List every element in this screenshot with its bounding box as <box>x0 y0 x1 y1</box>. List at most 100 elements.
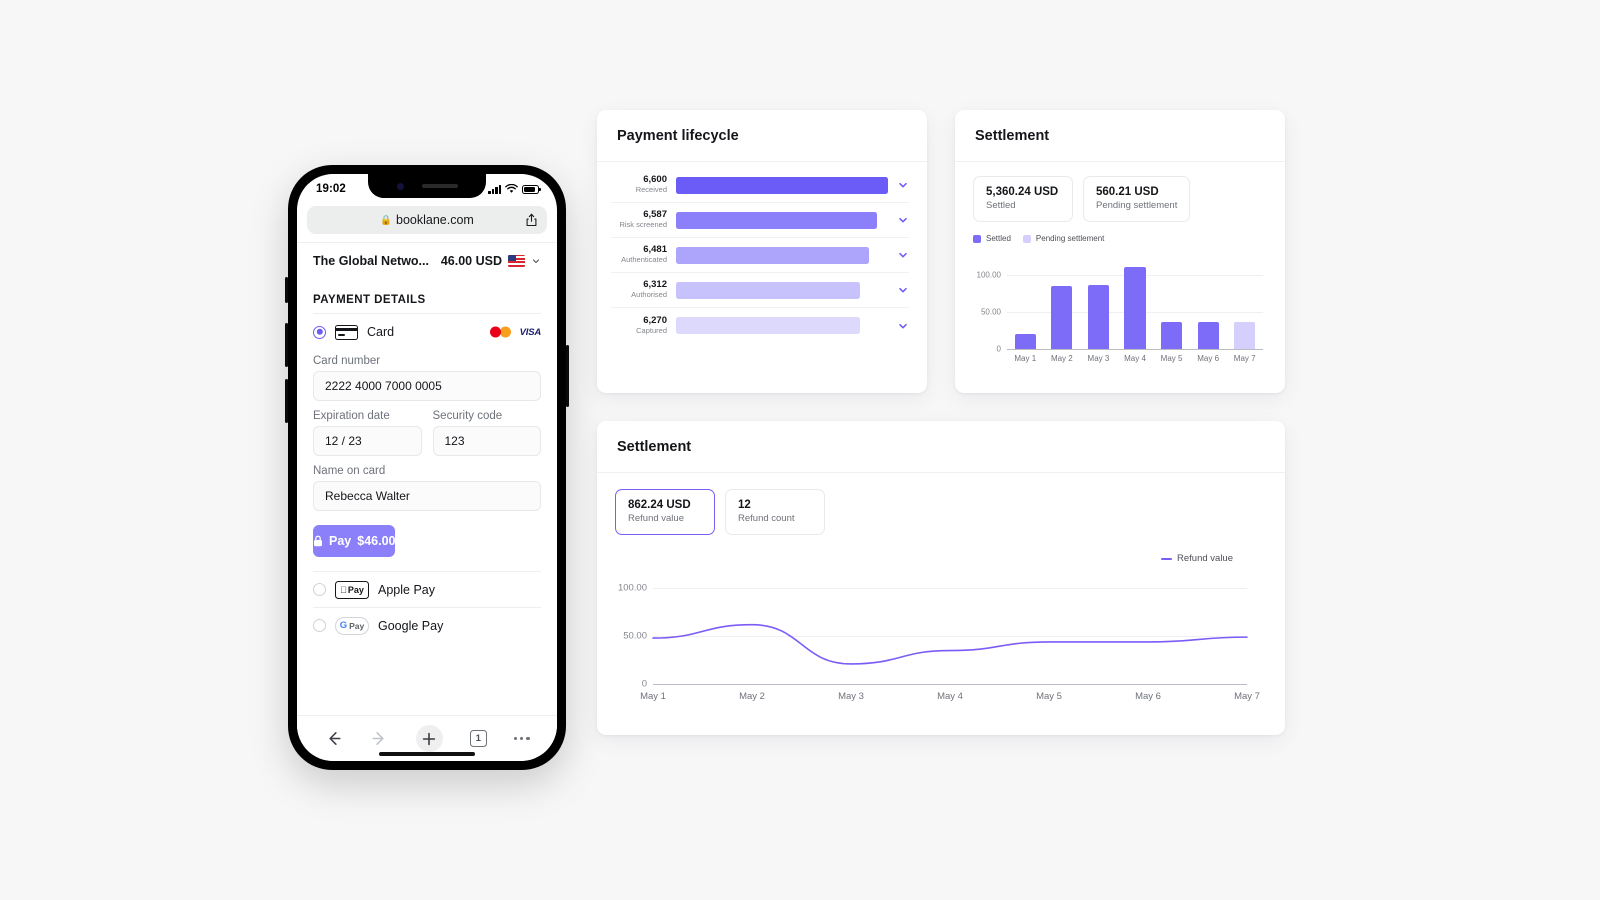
pay-button[interactable]: Pay $46.00 <box>313 525 396 557</box>
share-icon[interactable] <box>526 213 537 227</box>
x-axis-tick: May 1 <box>640 691 666 702</box>
legend-swatch <box>1022 234 1031 243</box>
y-axis-tick: 0 <box>996 344 1001 354</box>
metric-tile-refund-value[interactable]: 862.24 USD Refund value <box>615 489 715 535</box>
x-axis-tick: May 6 <box>1135 691 1161 702</box>
x-axis-tick: May 5 <box>1036 691 1062 702</box>
lifecycle-row[interactable]: 6,587 Risk screened <box>611 203 909 238</box>
x-axis-tick: May 6 <box>1197 354 1220 363</box>
lifecycle-stage: Authorised <box>631 290 667 300</box>
url-bar[interactable]: 🔒 booklane.com <box>307 206 547 234</box>
screenshot-root: 19:02 🔒 booklane.com The Global Netwo...… <box>0 0 1600 900</box>
payment-lifecycle-card: Payment lifecycle 6,600 Received 6,587 Risk… <box>597 110 927 393</box>
y-axis-tick: 50.00 <box>623 630 647 642</box>
card-title: Payment lifecycle <box>617 127 739 144</box>
bar[interactable] <box>1234 321 1256 349</box>
bar[interactable] <box>1087 284 1110 349</box>
merchant-summary-row[interactable]: The Global Netwo... 46.00 USD <box>297 242 557 278</box>
x-axis-tick: May 1 <box>1014 354 1037 363</box>
x-axis-line <box>1007 349 1263 350</box>
y-axis-tick: 100.00 <box>976 270 1001 280</box>
lock-icon: 🔒 <box>380 214 392 226</box>
card-method-label: Card <box>367 325 395 339</box>
legend-label: Refund value <box>1177 553 1233 564</box>
lifecycle-bar-track <box>676 211 888 229</box>
arrow-right-icon[interactable] <box>370 729 389 748</box>
settlement-card: Settlement 5,360.24 USD Settled 560.21 U… <box>955 110 1285 393</box>
card-number-input[interactable]: 2222 4000 7000 0005 <box>313 371 541 401</box>
tab-count-button[interactable]: 1 <box>469 730 487 747</box>
bar[interactable] <box>1124 266 1146 349</box>
browser-url-bar-container: 🔒 booklane.com <box>297 204 557 242</box>
expiry-label: Expiration date <box>313 410 390 422</box>
apple-pay-row[interactable]:  Pay Apple Pay <box>313 571 541 607</box>
card-number-label: Card number <box>313 355 381 367</box>
metric-value: 862.24 USD <box>628 499 691 511</box>
card-header: Settlement <box>955 110 1285 162</box>
legend-label: Settled <box>986 234 1011 243</box>
legend-swatch <box>973 234 981 243</box>
x-axis-tick: May 4 <box>937 691 963 702</box>
card-title: Settlement <box>975 127 1050 144</box>
lifecycle-stage: Authenticated <box>621 255 667 265</box>
pay-button-label: Pay <box>329 534 352 548</box>
phone-power-button <box>566 345 569 407</box>
apple-logo:  <box>340 585 347 595</box>
security-code-input[interactable]: 123 <box>432 426 541 456</box>
bar-chart-legend: Settled Pending settlement <box>955 222 1285 243</box>
lifecycle-row[interactable]: 6,600 Received <box>611 168 909 203</box>
signal-bars-icon <box>488 184 501 194</box>
merchant-amount: 46.00 USD <box>440 253 502 268</box>
bar[interactable] <box>1051 286 1073 349</box>
lifecycle-row[interactable]: 6,481 Authenticated <box>611 238 909 273</box>
bar[interactable] <box>1197 321 1219 349</box>
settlement-metric-tiles: 5,360.24 USD Settled 560.21 USD Pending … <box>955 162 1285 222</box>
phone-screen: 19:02 🔒 booklane.com The Global Netwo...… <box>297 174 557 761</box>
bar[interactable] <box>1014 334 1036 349</box>
lifecycle-row[interactable]: 6,312 Authorised <box>611 273 909 308</box>
apple-pay-radio-button[interactable] <box>313 583 326 596</box>
arrow-left-icon[interactable] <box>324 729 343 748</box>
lifecycle-bar-track <box>676 176 888 194</box>
chevron-down-icon[interactable] <box>897 179 909 191</box>
google-pay-radio-button[interactable] <box>313 619 326 632</box>
lifecycle-bar <box>676 176 888 194</box>
lifecycle-stage: Received <box>635 185 667 195</box>
lifecycle-count: 6,270 <box>643 314 667 326</box>
chevron-down-icon[interactable] <box>531 256 541 266</box>
card-radio-button[interactable] <box>313 325 326 339</box>
more-dots-icon[interactable] <box>513 736 530 741</box>
x-axis-tick: May 3 <box>838 691 864 702</box>
lifecycle-bar <box>676 246 869 264</box>
y-axis-tick: 0 <box>641 678 647 690</box>
new-tab-button[interactable] <box>415 725 443 752</box>
lifecycle-bar-track <box>676 281 888 299</box>
metric-caption: Refund count <box>738 513 795 524</box>
lifecycle-bar <box>676 281 861 299</box>
chevron-down-icon[interactable] <box>897 214 909 226</box>
pay-button-amount: $46.00 <box>357 534 396 548</box>
metric-tile-refund-count[interactable]: 12 Refund count <box>725 489 825 535</box>
y-axis-tick: 50.00 <box>980 307 1001 317</box>
metric-tile-settled[interactable]: 5,360.24 USD Settled <box>973 176 1073 222</box>
google-pay-row[interactable]: G Pay Google Pay <box>313 607 541 643</box>
google-pay-label: Google Pay <box>378 618 444 633</box>
legend-line <box>1161 557 1173 560</box>
google-g-logo: G <box>339 620 348 631</box>
chevron-down-icon[interactable] <box>897 249 909 261</box>
metric-tile-pending-settlement[interactable]: 560.21 USD Pending settlement <box>1083 176 1191 222</box>
name-on-card-input[interactable]: Rebecca Walter <box>313 481 541 511</box>
chevron-down-icon[interactable] <box>897 320 909 332</box>
chevron-down-icon[interactable] <box>897 284 909 296</box>
expiry-input[interactable]: 12 / 23 <box>313 426 422 456</box>
bar[interactable] <box>1160 321 1183 349</box>
legend-item: Settled <box>973 234 1011 243</box>
google-pay-badge-text: Pay <box>349 620 365 631</box>
refund-settlement-card: Settlement 862.24 USD Refund value 12 Re… <box>597 421 1285 735</box>
payment-method-card-row[interactable]: Card VISA <box>297 314 557 346</box>
legend-item: Refund value <box>1161 553 1233 564</box>
x-axis-tick: May 3 <box>1087 354 1110 363</box>
phone-volume-down-button <box>285 379 288 423</box>
phone-notch <box>368 174 486 198</box>
lifecycle-row[interactable]: 6,270 Captured <box>611 308 909 343</box>
